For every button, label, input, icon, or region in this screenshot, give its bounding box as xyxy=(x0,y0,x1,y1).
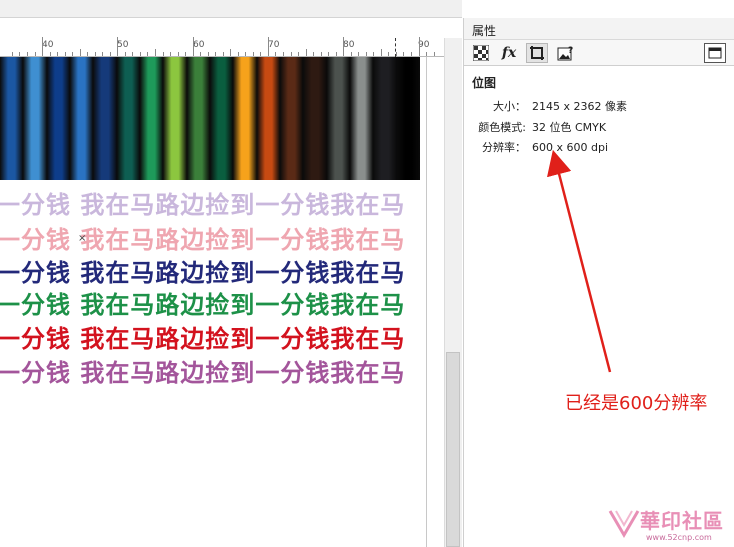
site-watermark: 華印社區 www.52cnp.com xyxy=(608,505,724,542)
app-window: 40 50 60 70 80 90 毫米 一分钱 我在马路边捡到一分钱我在马 一… xyxy=(0,0,734,547)
annotation-arrow xyxy=(547,149,612,373)
watermark-text: 華印社區 xyxy=(640,509,724,533)
watermark-logo-icon xyxy=(608,510,640,538)
annotation-text: 已经是600分辨率 xyxy=(565,393,708,414)
watermark-url: www.52cnp.com xyxy=(646,533,712,542)
